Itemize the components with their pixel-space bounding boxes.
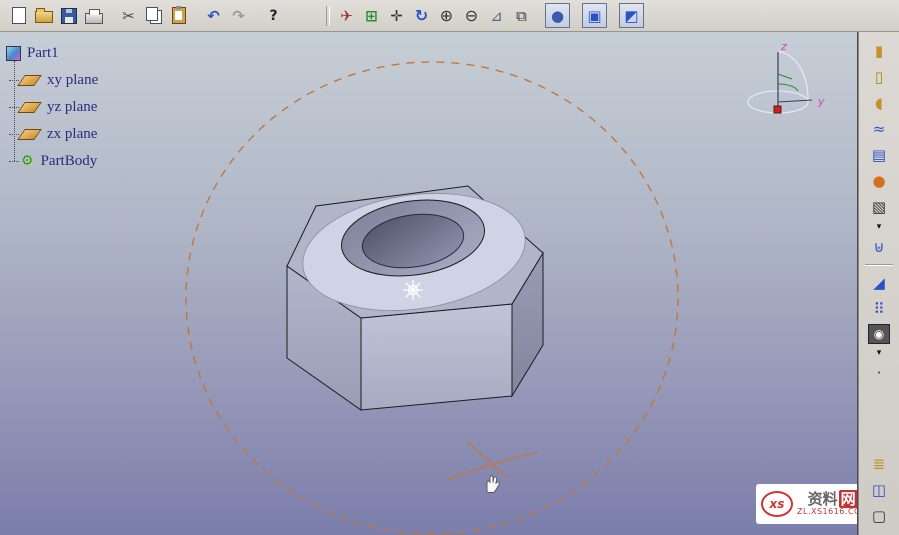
folder-shape — [35, 11, 53, 23]
chamfer-icon[interactable]: ◢ — [867, 272, 891, 294]
layers-icon[interactable]: ≣ — [867, 453, 891, 475]
pan-icon[interactable]: ✛ — [385, 4, 408, 27]
stiffener-icon[interactable]: ▤ — [867, 144, 891, 166]
print-icon[interactable] — [82, 4, 105, 27]
yz-plane-label[interactable]: yz plane — [45, 99, 99, 116]
partbody-gear-icon: ⚙ — [21, 153, 34, 170]
slot-icon[interactable]: ≈ — [867, 118, 891, 140]
orange-cross[interactable] — [446, 442, 537, 480]
measure-icon[interactable]: ◉ — [868, 324, 890, 344]
tree-node-partbody[interactable]: ⚙ PartBody — [6, 148, 100, 175]
multi-view-icon[interactable]: ⧉ — [510, 4, 533, 27]
sphere-icon[interactable]: ● — [867, 170, 891, 192]
compass-green-arc — [778, 84, 798, 91]
floppy-shape — [61, 8, 77, 24]
compass-green-line — [778, 74, 792, 79]
open-icon[interactable] — [32, 4, 55, 27]
new-icon[interactable] — [7, 4, 30, 27]
viewport-3d[interactable]: Part1 xy plane yz plane zx plane ⚙ PartB… — [0, 32, 858, 535]
right-toolbar: ▮ ▯ ◖ ≈ ▤ ● ▧ ▾ ⊎ ◢ ⠿ ◉ ▾ · ≣ ◫ ▢ — [858, 32, 899, 535]
cut-icon[interactable]: ✂ — [117, 4, 140, 27]
fit-all-icon[interactable]: ⊞ — [360, 4, 383, 27]
zoom-in-icon[interactable]: ⊕ — [435, 4, 458, 27]
undo-icon[interactable]: ↶ — [202, 4, 225, 27]
watermark-name: 资料网 — [808, 491, 858, 508]
plane-icon — [17, 102, 42, 113]
origin-marker — [403, 280, 423, 300]
flyout-arrow-icon[interactable]: ▾ — [867, 348, 891, 358]
more-icon[interactable]: · — [867, 362, 891, 384]
paste-icon[interactable] — [167, 4, 190, 27]
boolean-ops-icon[interactable]: ⊎ — [867, 236, 891, 258]
plane-icon — [17, 129, 42, 140]
zoom-out-icon[interactable]: ⊖ — [460, 4, 483, 27]
partbody-label[interactable]: PartBody — [39, 153, 100, 170]
toolbar-separator — [865, 264, 893, 266]
xy-plane-label[interactable]: xy plane — [45, 72, 100, 89]
part-icon — [6, 46, 21, 61]
tree-stub — [9, 107, 19, 109]
screen-icon[interactable]: ▢ — [867, 505, 891, 527]
printer-shape — [85, 13, 103, 24]
compass-z-label: z — [780, 40, 787, 53]
tree-stub — [9, 134, 19, 136]
hide-show-icon[interactable]: ▣ — [582, 3, 607, 28]
hex-nut-model[interactable] — [287, 180, 543, 410]
copy-pages-shape — [146, 7, 158, 21]
spec-tree: Part1 xy plane yz plane zx plane ⚙ PartB… — [6, 40, 100, 175]
help-icon[interactable]: ? — [262, 4, 285, 27]
tree-root-label[interactable]: Part1 — [25, 45, 61, 62]
blank-page-shape — [12, 7, 26, 24]
pad-icon[interactable]: ▮ — [867, 40, 891, 62]
shaft-icon[interactable]: ◖ — [867, 92, 891, 114]
swap-visible-space-icon[interactable]: ◩ — [619, 3, 644, 28]
rotate-icon[interactable]: ↻ — [410, 4, 433, 27]
tree-node-xy-plane[interactable]: xy plane — [6, 67, 100, 94]
compass-origin-dot[interactable] — [774, 106, 781, 113]
tree-stub — [9, 80, 19, 82]
tree-node-yz-plane[interactable]: yz plane — [6, 94, 100, 121]
top-toolbar: ✂ ↶ ↷ ? ✈ ⊞ ✛ ↻ ⊕ ⊖ ⊿ ⧉ ● ▣ ◩ — [0, 0, 899, 32]
watermark: xs 资料网 ZL.XS1616.COM — [756, 484, 858, 524]
normal-view-icon[interactable]: ⊿ — [485, 4, 508, 27]
copy-icon[interactable] — [142, 4, 165, 27]
view-compass[interactable]: z y — [726, 38, 838, 146]
zx-plane-label[interactable]: zx plane — [45, 126, 99, 143]
fly-mode-icon[interactable]: ✈ — [335, 4, 358, 27]
flyout-arrow-icon[interactable]: ▾ — [867, 222, 891, 232]
compass-meridian — [778, 52, 808, 102]
plane-icon — [17, 75, 42, 86]
clipboard-shape — [172, 7, 186, 24]
save-icon[interactable] — [57, 4, 80, 27]
pocket-icon[interactable]: ▯ — [867, 66, 891, 88]
compass-y-axis — [778, 100, 812, 102]
tree-node-root[interactable]: Part1 — [6, 40, 100, 67]
watermark-url: ZL.XS1616.COM — [797, 508, 858, 517]
cursor-hand — [487, 476, 499, 493]
toolbar-separator — [326, 6, 330, 26]
pattern-icon[interactable]: ⠿ — [867, 298, 891, 320]
redo-icon[interactable]: ↷ — [227, 4, 250, 27]
toolbox-icon[interactable]: ◫ — [867, 479, 891, 501]
compass-y-label: y — [817, 95, 825, 108]
watermark-logo: xs — [761, 491, 793, 517]
tree-stub — [9, 161, 19, 163]
tree-node-zx-plane[interactable]: zx plane — [6, 121, 100, 148]
axis-system-icon[interactable]: ▧ — [867, 196, 891, 218]
shading-mode-icon[interactable]: ● — [545, 3, 570, 28]
